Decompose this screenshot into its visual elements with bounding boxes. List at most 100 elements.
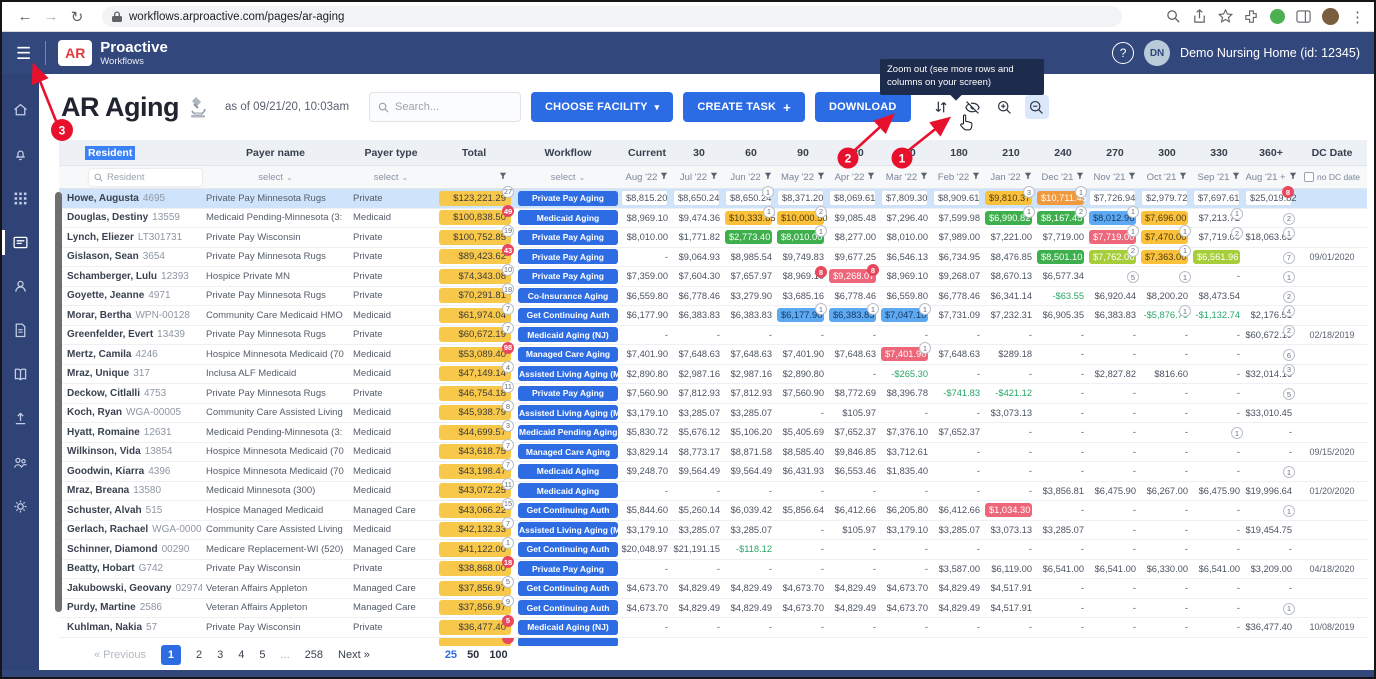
aging-amount-cell[interactable]: 1 (1245, 462, 1297, 481)
zoom-in-icon[interactable] (993, 95, 1017, 119)
aging-amount-cell[interactable]: 1 (1141, 267, 1193, 286)
aging-amount-cell[interactable]: $8,985.54 (725, 248, 777, 267)
aging-amount-cell[interactable]: $7,401.90 (777, 345, 829, 364)
aging-amount-cell[interactable]: $4,673.70 (881, 579, 933, 598)
aging-amount-cell[interactable]: $19,996.64 (1245, 482, 1297, 501)
aging-amount-cell[interactable]: $289.18 (985, 345, 1037, 364)
table-row[interactable]: Schamberger, Lulu12393Hospice Private MN… (59, 267, 1367, 287)
pagination-page-1[interactable]: 1 (161, 645, 181, 665)
aging-amount-cell[interactable]: $6,267.00 (1141, 482, 1193, 501)
workflow-badge[interactable]: Medicaid Pending Aging (518, 425, 618, 440)
column-header-90[interactable]: 90 (777, 140, 829, 165)
aging-amount-cell[interactable]: $6,546.13 (881, 248, 933, 267)
table-row[interactable]: Lynch, EliezerLT301731Private Pay Wiscon… (59, 228, 1367, 248)
column-header-60[interactable]: 60 (725, 140, 777, 165)
aging-amount-cell[interactable]: - (1141, 462, 1193, 481)
aging-amount-cell[interactable]: $2,890.80 (621, 365, 673, 384)
filter-180[interactable]: Feb '22 (933, 166, 985, 188)
column-header-120[interactable]: 120 (829, 140, 881, 165)
aging-amount-cell[interactable]: - (1089, 521, 1141, 540)
aging-amount-cell[interactable]: -$63.55 (1037, 287, 1089, 306)
aging-amount-cell[interactable]: - (1089, 326, 1141, 345)
aging-amount-cell[interactable]: $6,383.83 (673, 306, 725, 325)
total-amount-badge[interactable]: $123,221.2927 (439, 191, 511, 206)
aging-amount-cell[interactable]: $3,285.07 (933, 521, 985, 540)
aging-amount-cell[interactable]: $9,810.373 (985, 189, 1037, 208)
aging-amount-cell[interactable]: $105.97 (829, 404, 881, 423)
aging-amount-cell[interactable]: - (1037, 618, 1089, 637)
aging-amount-cell[interactable]: - (1141, 345, 1193, 364)
pagination-page-5[interactable]: 5 (259, 649, 265, 661)
aging-amount-cell[interactable]: $4,517.91 (985, 579, 1037, 598)
column-header-30[interactable]: 30 (673, 140, 725, 165)
table-row[interactable]: Goyette, Jeanne4971Private Pay Minnesota… (59, 287, 1367, 307)
aging-amount-cell[interactable]: $5,844.60 (621, 501, 673, 520)
total-amount-badge[interactable]: $43,072.2511 (439, 483, 511, 498)
aging-amount-cell[interactable]: $32,014.163 (1245, 365, 1297, 384)
sidebar-item-bell[interactable] (2, 146, 39, 163)
workflow-badge[interactable]: Assisted Living Aging (Managed) (518, 405, 618, 420)
aging-amount-cell[interactable]: $10,711.451 (1037, 189, 1089, 208)
filter-240[interactable]: Dec '21 (1037, 166, 1089, 188)
workflow-badge[interactable]: Private Pay Aging (518, 269, 618, 284)
aging-amount-cell[interactable]: - (881, 326, 933, 345)
aging-amount-cell[interactable]: - (1141, 384, 1193, 403)
aging-amount-cell[interactable]: - (777, 482, 829, 501)
filter-current[interactable]: Aug '22 (621, 166, 673, 188)
aging-amount-cell[interactable]: $7,296.40 (881, 209, 933, 228)
column-header-300[interactable]: 300 (1141, 140, 1193, 165)
aging-amount-cell[interactable]: - (1193, 365, 1245, 384)
aging-amount-cell[interactable]: $4,673.70 (881, 599, 933, 618)
pagination-page-258[interactable]: 258 (305, 649, 323, 661)
aging-amount-cell[interactable]: - (1089, 423, 1141, 442)
table-row[interactable]: Deckow, Citlalli4753Private Pay Minnesot… (59, 384, 1367, 404)
total-filter-icon[interactable] (499, 172, 507, 183)
workflow-badge[interactable]: Assisted Living Aging (Managed) (518, 366, 618, 381)
aging-amount-cell[interactable]: $3,685.16 (777, 287, 829, 306)
column-header-180[interactable]: 180 (933, 140, 985, 165)
aging-amount-cell[interactable]: - (933, 326, 985, 345)
aging-amount-cell[interactable]: - (881, 482, 933, 501)
aging-amount-cell[interactable]: $6,541.00 (1037, 560, 1089, 579)
aging-amount-cell[interactable]: - (777, 560, 829, 579)
aging-amount-cell[interactable]: - (621, 482, 673, 501)
table-row[interactable]: Gislason, Sean3654Private Pay Minnesota … (59, 248, 1367, 268)
aging-amount-cell[interactable]: $4,673.70 (621, 579, 673, 598)
aging-amount-cell[interactable]: $8,650.24 (673, 189, 725, 208)
aging-amount-cell[interactable]: $4,673.70 (777, 599, 829, 618)
aging-amount-cell[interactable]: - (933, 443, 985, 462)
aging-amount-cell[interactable]: $2,176.514 (1245, 306, 1297, 325)
aging-amount-cell[interactable]: 5 (1245, 384, 1297, 403)
aging-amount-cell[interactable]: $7,726.94 (1089, 189, 1141, 208)
workflow-badge[interactable]: Medicaid Aging (NJ) (518, 620, 618, 635)
aging-amount-cell[interactable]: - (1037, 365, 1089, 384)
workflow-badge[interactable]: Get Continuing Auth (518, 581, 618, 596)
aging-amount-cell[interactable]: $2,827.82 (1089, 365, 1141, 384)
table-row[interactable]: Jakubowski, Geovany02974Veteran Affairs … (59, 579, 1367, 599)
column-filter-icon[interactable] (1024, 172, 1032, 183)
total-amount-badge[interactable]: $43,618.757 (439, 444, 511, 459)
aging-amount-cell[interactable]: - (1193, 443, 1245, 462)
forward-icon[interactable]: → (38, 8, 64, 25)
total-amount-badge[interactable]: $37,856.979 (439, 600, 511, 615)
aging-amount-cell[interactable]: $9,248.70 (621, 462, 673, 481)
aging-amount-cell[interactable]: - (1193, 540, 1245, 559)
aging-amount-cell[interactable]: $9,474.36 (673, 209, 725, 228)
aging-amount-cell[interactable]: $6,383.83 (1089, 306, 1141, 325)
aging-amount-cell[interactable]: - (1089, 345, 1141, 364)
aging-amount-cell[interactable]: 1 (1245, 599, 1297, 618)
table-row[interactable]: Douglas, Destiny13559Medicaid Pending-Mi… (59, 209, 1367, 229)
aging-amount-cell[interactable]: - (777, 326, 829, 345)
aging-amount-cell[interactable]: $7,812.93 (673, 384, 725, 403)
workflow-badge[interactable]: Medicaid Aging (518, 483, 618, 498)
zoom-out-icon[interactable] (1025, 95, 1049, 119)
aging-amount-cell[interactable]: - (725, 560, 777, 579)
aging-amount-cell[interactable]: - (933, 365, 985, 384)
aging-amount-cell[interactable]: $3,179.10 (621, 404, 673, 423)
column-header-payer-name[interactable]: Payer name (202, 140, 349, 165)
table-row[interactable]: Gerlach, RachaelWGA-00007Community Care … (59, 521, 1367, 541)
total-amount-badge[interactable]: $36,477.405 (439, 620, 511, 635)
filter-330[interactable]: Sep '21 (1193, 166, 1245, 188)
aging-amount-cell[interactable]: $3,712.61 (881, 443, 933, 462)
aging-amount-cell[interactable]: $3,285.07 (673, 521, 725, 540)
